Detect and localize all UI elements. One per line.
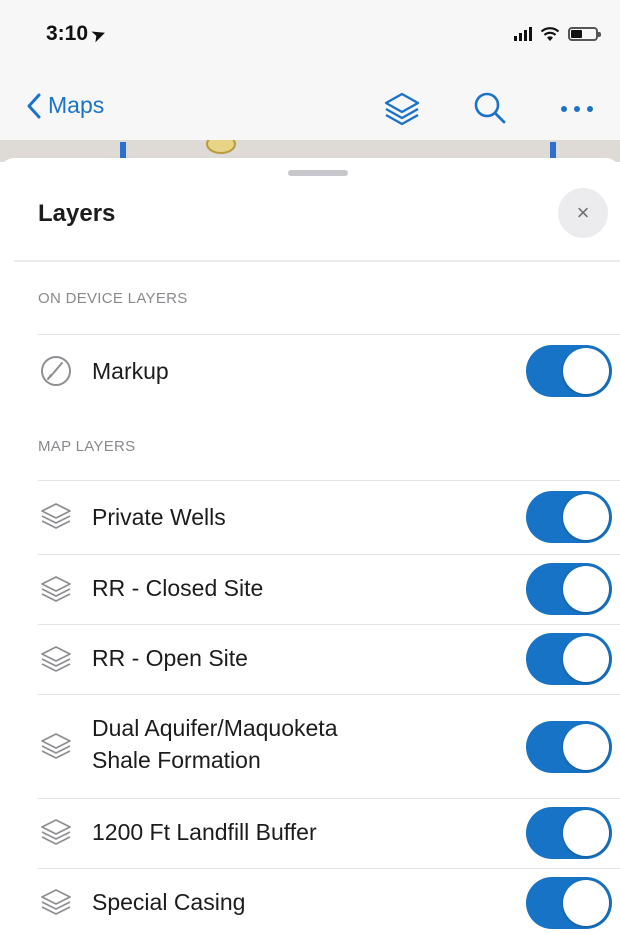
layer-label: 1200 Ft Landfill Buffer [92, 819, 317, 845]
sheet-title: Layers [38, 200, 116, 227]
more-button[interactable] [558, 100, 598, 114]
layer-row-rr-open-site[interactable]: RR - Open Site [0, 625, 620, 695]
layer-label-line2: Shale Formation [92, 747, 261, 773]
divider [38, 334, 620, 335]
dual-aquifer-toggle[interactable] [526, 721, 612, 773]
layer-label: Special Casing [92, 889, 246, 915]
layer-label-line1: Dual Aquifer/Maquoketa [92, 715, 338, 741]
layers-icon [384, 92, 420, 126]
toggle-knob [563, 724, 609, 770]
back-label: Maps [48, 92, 105, 118]
markup-icon [41, 356, 71, 386]
layer-label: Markup [92, 358, 169, 384]
time-label: 3:10 [46, 22, 89, 45]
toggle-knob [563, 566, 609, 612]
layer-row-special-casing[interactable]: Special Casing [0, 869, 620, 933]
wifi-icon [540, 27, 560, 41]
toggle-knob [563, 810, 609, 856]
section-header-map-layers: MAP LAYERS [38, 438, 136, 455]
status-icons [514, 26, 601, 42]
chevron-left-icon [27, 93, 41, 118]
location-arrow-icon: ➤ [89, 25, 109, 46]
layer-row-landfill-buffer[interactable]: 1200 Ft Landfill Buffer [0, 799, 620, 869]
private-wells-toggle[interactable] [526, 491, 612, 543]
layer-row-private-wells[interactable]: Private Wells [0, 482, 620, 552]
layers-icon [41, 576, 71, 602]
layers-icon [41, 889, 71, 915]
search-icon [474, 92, 506, 124]
layer-label: RR - Open Site [92, 645, 248, 671]
search-button[interactable] [470, 88, 510, 133]
map-pin [206, 140, 236, 154]
special-casing-toggle[interactable] [526, 877, 612, 929]
battery-icon [568, 27, 601, 41]
layers-icon [41, 819, 71, 845]
toggle-knob [563, 636, 609, 682]
toggle-knob [563, 494, 609, 540]
layer-row-rr-closed-site[interactable]: RR - Closed Site [0, 555, 620, 625]
layer-label: RR - Closed Site [92, 575, 264, 601]
navigation-bar: Maps [0, 70, 620, 146]
more-icon [561, 106, 593, 112]
back-button[interactable]: Maps [26, 92, 104, 119]
toggle-knob [563, 348, 609, 394]
markup-toggle[interactable] [526, 345, 612, 397]
layer-row-dual-aquifer[interactable]: Dual Aquifer/Maquoketa Shale Formation [0, 695, 620, 799]
section-header-on-device: ON DEVICE LAYERS [38, 290, 188, 307]
sheet-grabber[interactable] [288, 170, 348, 176]
close-button[interactable]: × [558, 188, 608, 238]
divider [14, 260, 620, 262]
layers-icon [41, 503, 71, 529]
status-time: 3:10 ➤ [46, 22, 109, 46]
toggle-knob [563, 880, 609, 926]
close-icon: × [576, 200, 590, 225]
layer-row-markup[interactable]: Markup [0, 336, 620, 406]
layer-label: Private Wells [92, 504, 226, 530]
layers-sheet: Layers × ON DEVICE LAYERS Markup MAP LAY… [0, 158, 620, 933]
status-bar: 3:10 ➤ [0, 0, 620, 70]
divider [38, 480, 620, 481]
landfill-buffer-toggle[interactable] [526, 807, 612, 859]
rr-closed-site-toggle[interactable] [526, 563, 612, 615]
cellular-signal-icon [514, 27, 532, 41]
layers-button[interactable] [380, 88, 424, 137]
layers-icon [41, 646, 71, 672]
layers-icon [41, 733, 71, 759]
rr-open-site-toggle[interactable] [526, 633, 612, 685]
